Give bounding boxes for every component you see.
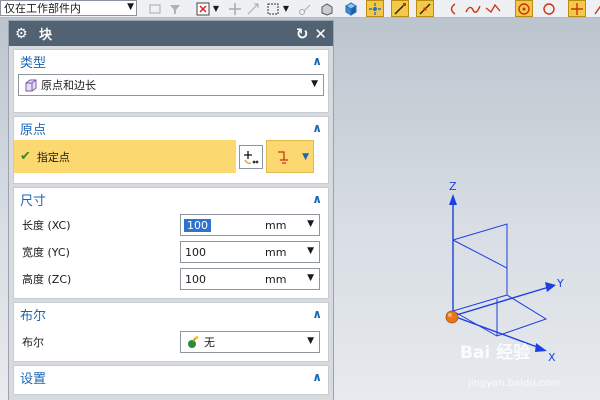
filter-options-icon[interactable] — [166, 0, 184, 17]
curve-point-snap-icon[interactable] — [484, 0, 502, 17]
preview-edge-inner — [452, 239, 508, 295]
type-section-header[interactable]: 类型 ∧ — [14, 50, 328, 72]
close-icon[interactable]: ✕ — [314, 25, 327, 43]
boolean-value: 无 — [204, 336, 215, 349]
pan-icon[interactable] — [244, 0, 262, 17]
chevron-up-icon[interactable]: ∧ — [312, 307, 322, 321]
length-value: 100 — [184, 218, 211, 232]
selection-filter-label: 仅在工作部件内 — [4, 2, 81, 15]
origin-section-header[interactable]: 原点 ∧ — [14, 117, 328, 139]
specify-point-field[interactable]: ✔ 指定点 — [14, 140, 236, 173]
height-unit: mm — [265, 272, 287, 286]
chevron-down-icon: ▼ — [311, 79, 318, 89]
reset-icon[interactable]: ↻ — [296, 25, 309, 43]
boolean-section: 布尔 ∧ 布尔 无 ▼ — [13, 302, 329, 362]
intersection-snap-icon[interactable] — [568, 0, 586, 17]
boolean-label: 布尔 — [22, 336, 44, 349]
settings-section-title: 设置 — [20, 371, 47, 387]
size-section-header[interactable]: 尺寸 ∧ — [14, 188, 328, 210]
select-feature-icon[interactable] — [146, 0, 164, 17]
solid-cube-icon[interactable] — [342, 0, 360, 17]
chevron-down-icon: ▼ — [302, 151, 309, 162]
length-row: 长度 (XC) 100 mm ▼ — [14, 212, 328, 238]
boolean-row: 布尔 无 ▼ — [14, 329, 328, 355]
width-unit: mm — [265, 245, 287, 259]
x-axis-arrow — [535, 343, 547, 352]
width-label: 宽度 (YC) — [22, 246, 70, 259]
quadrant-snap-icon[interactable] — [540, 0, 558, 17]
z-axis-label: Z — [449, 180, 457, 193]
arc-center-snap-icon[interactable] — [515, 0, 533, 17]
point-constructor-icon — [244, 150, 259, 164]
chevron-down-icon[interactable]: ▼ — [212, 0, 220, 17]
origin-section-title: 原点 — [20, 122, 47, 138]
block-type-icon — [25, 79, 37, 91]
settings-section: 设置 ∧ — [13, 365, 329, 395]
gear-icon[interactable]: ⚙ — [15, 26, 31, 42]
box-select-icon[interactable] — [264, 0, 282, 17]
shaded-view-icon[interactable] — [318, 0, 336, 17]
arc-snap-icon[interactable] — [443, 0, 461, 17]
origin-point — [445, 310, 459, 324]
selection-filter-dropdown[interactable]: 仅在工作部件内 ▼ — [0, 0, 137, 16]
y-axis-arrow — [545, 282, 556, 292]
origin-section: 原点 ∧ ✔ 指定点 ▼ — [13, 116, 329, 184]
top-toolbar: 仅在工作部件内 ▼ ▼ ▼ — [0, 0, 600, 18]
type-dropdown[interactable]: 原点和边长 ▼ — [18, 74, 324, 96]
point-dialog-button[interactable] — [239, 144, 263, 169]
point-on-curve-snap-icon[interactable] — [589, 0, 600, 17]
length-input[interactable]: 100 mm ▼ — [180, 214, 320, 236]
snap-point-icon[interactable] — [194, 0, 212, 17]
size-section-title: 尺寸 — [20, 193, 47, 209]
snap-type-dropdown[interactable]: ▼ — [266, 140, 314, 173]
spline-snap-icon[interactable] — [464, 0, 482, 17]
type-section: 类型 ∧ 原点和边长 ▼ — [13, 49, 329, 113]
midpoint-snap-icon[interactable] — [416, 0, 434, 17]
specify-point-label: 指定点 — [36, 150, 70, 164]
checkmark-icon: ✔ — [20, 149, 31, 164]
x-axis-label: X — [548, 351, 556, 364]
chevron-up-icon[interactable]: ∧ — [312, 370, 322, 384]
move-icon[interactable] — [226, 0, 244, 17]
preview-outline — [452, 223, 548, 337]
watermark-url: jingyan.baidu.com — [468, 378, 561, 389]
chevron-down-icon[interactable]: ▼ — [307, 336, 314, 346]
width-value: 100 — [185, 245, 206, 259]
chevron-up-icon[interactable]: ∧ — [312, 54, 322, 68]
chevron-down-icon[interactable]: ▼ — [307, 219, 314, 229]
height-input[interactable]: 100 mm ▼ — [180, 268, 320, 290]
chevron-down-icon[interactable]: ▼ — [307, 246, 314, 256]
width-row: 宽度 (YC) 100 mm ▼ — [14, 239, 328, 265]
boolean-none-icon — [188, 336, 199, 348]
inferred-point-icon — [278, 150, 288, 164]
boolean-section-header[interactable]: 布尔 ∧ — [14, 303, 328, 325]
boolean-dropdown[interactable]: 无 ▼ — [180, 331, 320, 353]
dialog-titlebar: ⚙ 块 ↻ ✕ — [9, 21, 333, 46]
chevron-down-icon: ▼ — [127, 2, 134, 12]
settings-section-header[interactable]: 设置 ∧ — [14, 366, 328, 388]
height-value: 100 — [185, 272, 206, 286]
type-value: 原点和边长 — [41, 79, 96, 92]
width-input[interactable]: 100 mm ▼ — [180, 241, 320, 263]
snap-point-types-icon[interactable] — [366, 0, 384, 17]
boolean-section-title: 布尔 — [20, 308, 47, 324]
chevron-up-icon[interactable]: ∧ — [312, 121, 322, 135]
height-label: 高度 (ZC) — [22, 273, 72, 286]
chevron-up-icon[interactable]: ∧ — [312, 192, 322, 206]
z-axis-arrow — [449, 194, 457, 205]
height-row: 高度 (ZC) 100 mm ▼ — [14, 266, 328, 292]
chevron-down-icon[interactable]: ▼ — [307, 273, 314, 283]
scissors-icon[interactable] — [296, 0, 314, 17]
length-unit: mm — [265, 218, 287, 232]
length-label: 长度 (XC) — [22, 219, 71, 232]
dialog-title: 块 — [39, 28, 53, 43]
origin-highlight — [448, 313, 452, 317]
block-dialog: ⚙ 块 ↻ ✕ 类型 ∧ 原点和边长 ▼ 原点 ∧ ✔ 指定点 ▼ 尺寸 ∧ 长… — [8, 20, 334, 400]
chevron-down-icon[interactable]: ▼ — [282, 0, 290, 17]
watermark-logo: Bai 经验 — [460, 343, 531, 363]
size-section: 尺寸 ∧ 长度 (XC) 100 mm ▼ 宽度 (YC) 100 mm ▼ 高… — [13, 187, 329, 299]
line-end-snap-icon[interactable] — [391, 0, 409, 17]
y-axis-label: Y — [556, 277, 564, 290]
type-section-title: 类型 — [20, 55, 47, 71]
